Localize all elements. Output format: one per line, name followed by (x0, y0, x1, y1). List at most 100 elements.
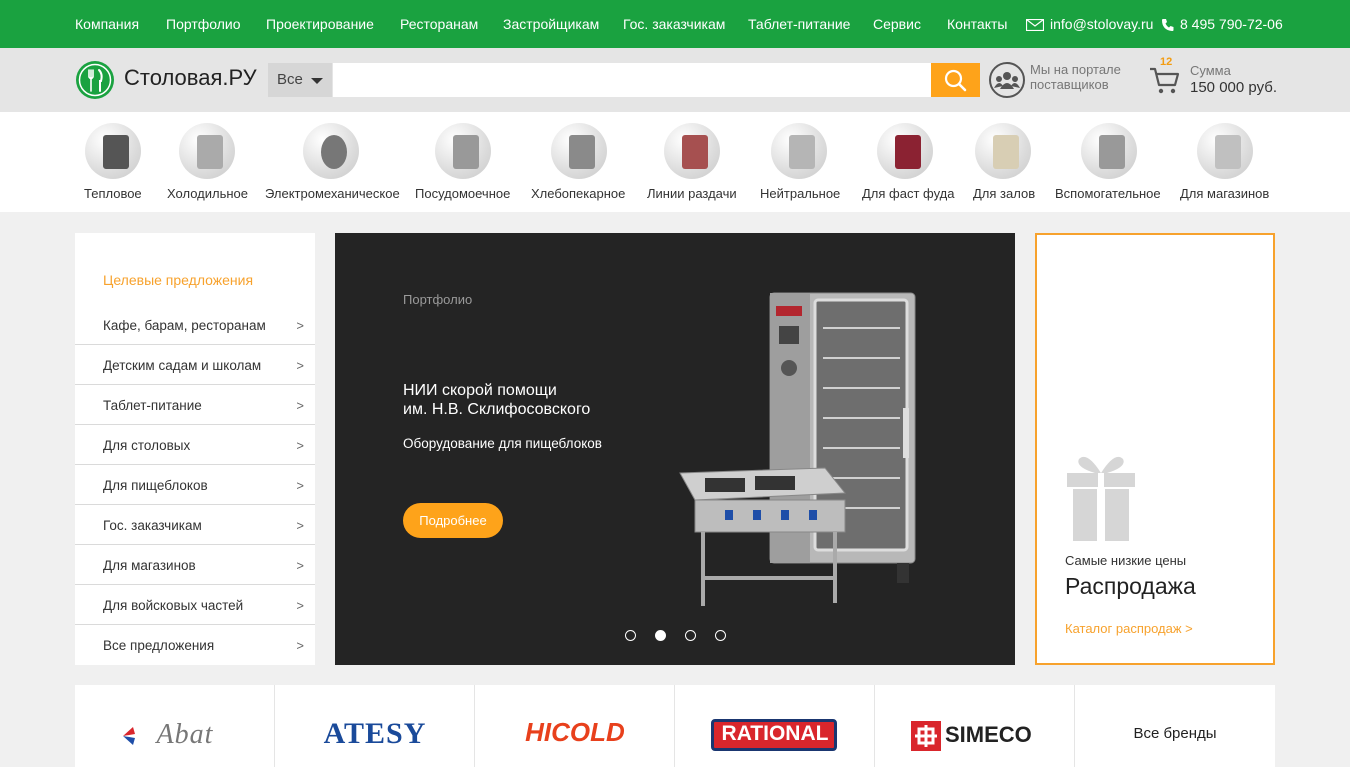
supplier-portal-link[interactable]: Мы на портале поставщиков (1030, 62, 1140, 92)
offer-item-shops[interactable]: Для магазинов > (75, 545, 315, 585)
nav-item-design[interactable]: Проектирование (266, 0, 374, 48)
nav-item-service[interactable]: Сервис (873, 0, 921, 48)
brand-rational[interactable]: RATIONAL (675, 685, 875, 767)
phone-icon (1162, 19, 1174, 32)
target-offers-title: Целевые предложения (103, 272, 254, 288)
category-label: Для магазинов (1180, 186, 1270, 201)
logo-text[interactable]: Столовая.РУ (124, 65, 257, 91)
category-label: Вспомогательное (1055, 186, 1161, 201)
hero-subtitle: Оборудование для пищеблоков (403, 436, 602, 451)
offer-item-label: Для пищеблоков (103, 478, 208, 493)
category-image (435, 123, 491, 179)
category-image (551, 123, 607, 179)
chevron-right-icon: > (296, 358, 304, 373)
offer-item-canteens[interactable]: Для столовых > (75, 425, 315, 465)
category-label: Тепловое (84, 186, 142, 201)
offer-item-label: Гос. заказчикам (103, 518, 202, 533)
users-group-icon[interactable] (989, 62, 1025, 98)
hero-title-line1: НИИ скорой помощи (403, 382, 557, 399)
brand-hicold[interactable]: HICOLD (475, 685, 675, 767)
search-scope-select[interactable]: Все (268, 63, 332, 97)
hero-slider: Портфолио НИИ скорой помощи им. Н.В. Скл… (335, 233, 1015, 665)
brand-abat[interactable]: Abat (75, 685, 275, 767)
hero-equipment-image (679, 292, 916, 606)
category-label: Для фаст фуда (862, 186, 955, 201)
logo-fork-knife-icon[interactable] (75, 60, 115, 100)
offer-item-military[interactable]: Для войсковых частей > (75, 585, 315, 625)
cart-sum-value: 150 000 руб. (1190, 79, 1277, 96)
chevron-right-icon: > (296, 558, 304, 573)
nav-item-contacts[interactable]: Контакты (947, 0, 1007, 48)
search-icon (944, 69, 967, 92)
slider-dot-1[interactable] (625, 630, 636, 641)
chevron-right-icon: > (296, 478, 304, 493)
brand-name: ATESY (323, 717, 427, 750)
offer-item-all[interactable]: Все предложения > (75, 625, 315, 665)
target-offers-menu: Целевые предложения Кафе, барам, рестора… (75, 233, 315, 665)
more-button[interactable]: Подробнее (403, 503, 503, 538)
brand-atesy[interactable]: ATESY (275, 685, 475, 767)
category-image (303, 123, 359, 179)
nav-item-developers[interactable]: Застройщикам (503, 0, 599, 48)
search-button[interactable] (931, 63, 980, 97)
nav-item-tablet[interactable]: Таблет-питание (748, 0, 850, 48)
phone-contact[interactable]: 8 495 790-72-06 (1161, 0, 1283, 48)
category-bar: Тепловое Холодильное Электромеханическое… (0, 112, 1350, 212)
brand-name: Abat (156, 719, 214, 750)
cart-sum-label: Сумма (1190, 63, 1231, 78)
search-scope-value: Все (277, 71, 303, 88)
offer-item-schools[interactable]: Детским садам и школам > (75, 345, 315, 385)
all-brands-link[interactable]: Все бренды (1075, 685, 1275, 767)
brands-strip: Abat ATESY HICOLD RATIONAL SIMECO Все бр… (75, 685, 1275, 767)
category-image (1081, 123, 1137, 179)
category-image (664, 123, 720, 179)
search-input[interactable] (333, 63, 931, 97)
mail-icon (1025, 19, 1045, 32)
category-image (179, 123, 235, 179)
all-brands-label: Все бренды (1133, 725, 1217, 742)
offer-item-label: Для столовых (103, 438, 191, 453)
chevron-right-icon: > (296, 438, 304, 453)
chevron-down-icon (311, 78, 323, 84)
sale-title: Распродажа (1065, 573, 1196, 599)
category-label: Электромеханическое (265, 186, 400, 201)
nav-item-restaurants[interactable]: Ресторанам (400, 0, 478, 48)
nav-item-company[interactable]: Компания (75, 0, 139, 48)
cart-icon[interactable] (1148, 64, 1182, 96)
category-image (85, 123, 141, 179)
nav-item-government[interactable]: Гос. заказчикам (623, 0, 725, 48)
slider-dot-2[interactable] (655, 630, 666, 641)
offer-item-tablet[interactable]: Таблет-питание > (75, 385, 315, 425)
nav-item-portfolio[interactable]: Портфолио (166, 0, 241, 48)
brand-simeco[interactable]: SIMECO (875, 685, 1075, 767)
category-label: Нейтральное (760, 186, 841, 201)
email-contact[interactable]: info@stolovay.ru (1025, 0, 1153, 48)
cart-count-badge: 12 (1160, 56, 1173, 68)
sale-block[interactable]: Самые низкие цены Распродажа Каталог рас… (1035, 233, 1275, 665)
category-image (975, 123, 1031, 179)
offer-item-catering-units[interactable]: Для пищеблоков > (75, 465, 315, 505)
category-image (1197, 123, 1253, 179)
top-nav: Компания Портфолио Проектирование Рестор… (0, 0, 1350, 48)
slider-dot-3[interactable] (685, 630, 696, 641)
hero-category: Портфолио (403, 292, 473, 307)
chevron-right-icon: > (296, 638, 304, 653)
simeco-logo-icon (911, 721, 941, 751)
brand-name: SIMECO (945, 722, 1032, 747)
offer-item-label: Все предложения (103, 638, 215, 653)
offer-item-label: Кафе, барам, ресторанам (103, 318, 266, 333)
header-bar: Столовая.РУ Все Мы на портале поставщико… (0, 48, 1350, 112)
chevron-right-icon: > (296, 398, 304, 413)
offer-item-label: Детским садам и школам (103, 358, 262, 373)
chevron-right-icon: > (296, 598, 304, 613)
chevron-right-icon: > (296, 318, 304, 333)
slider-dot-4[interactable] (715, 630, 726, 641)
category-label: Посудомоечное (415, 186, 511, 201)
category-image (877, 123, 933, 179)
offer-item-label: Для магазинов (103, 558, 196, 573)
offer-item-government[interactable]: Гос. заказчикам > (75, 505, 315, 545)
offer-item-cafes[interactable]: Кафе, барам, ресторанам > (75, 305, 315, 345)
sale-subtitle: Самые низкие цены (1065, 553, 1187, 568)
chevron-right-icon: > (296, 518, 304, 533)
sale-catalog-link[interactable]: Каталог распродаж > (1065, 621, 1193, 636)
